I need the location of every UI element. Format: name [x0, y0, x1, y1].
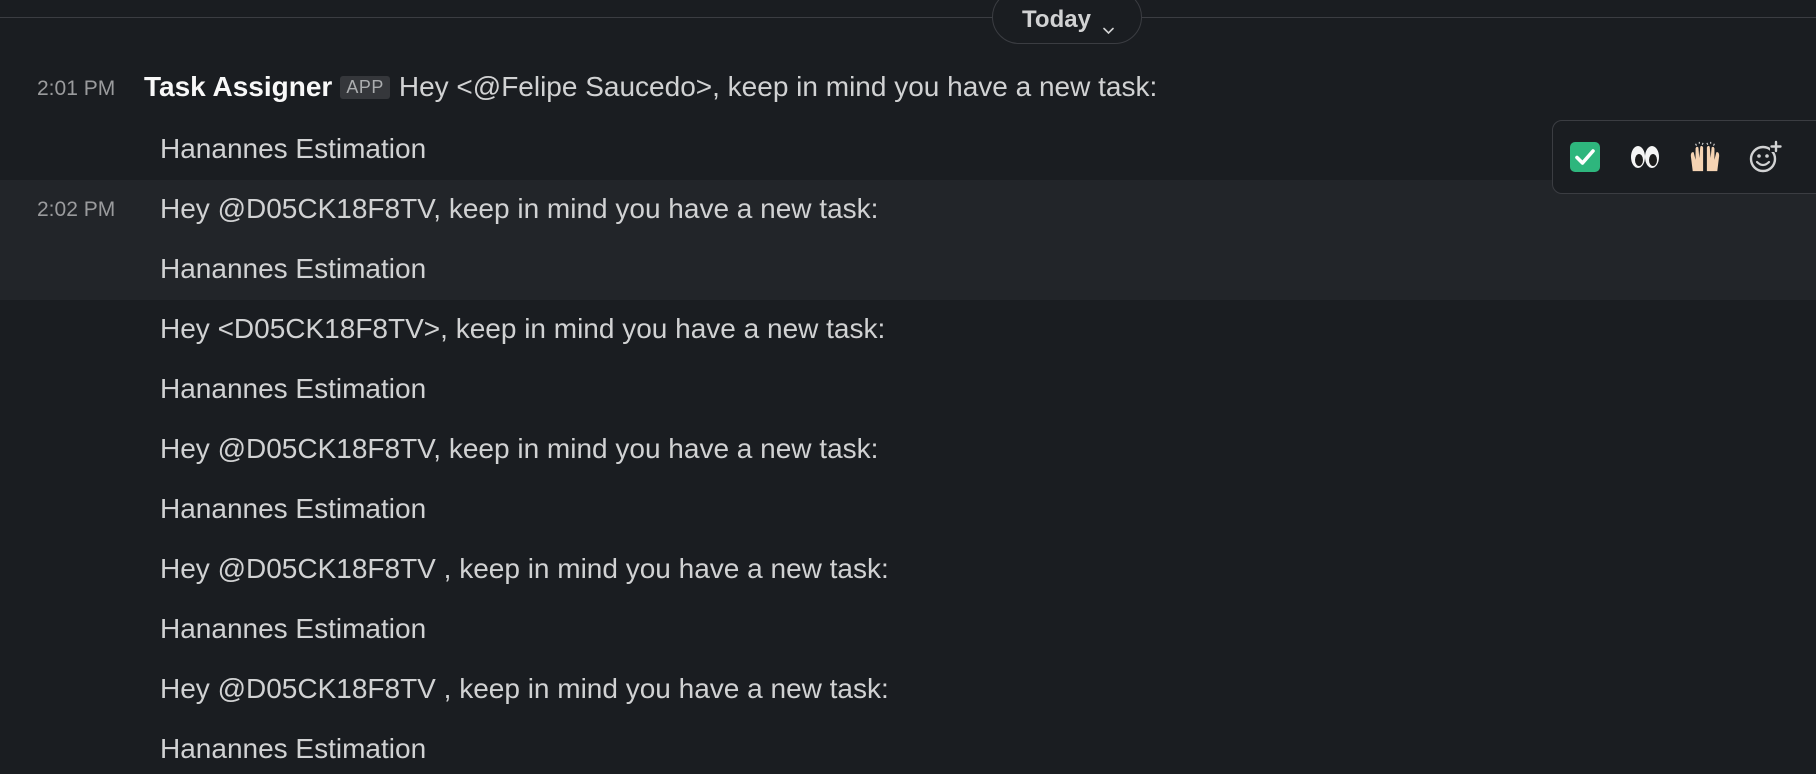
sender-name[interactable]: Task Assigner — [144, 71, 332, 103]
message-row[interactable]: Hanannes Estimation — [0, 120, 1816, 180]
message-row-hovered[interactable]: 2:02 PM Hey @D05CK18F8TV, keep in mind y… — [0, 180, 1816, 240]
app-badge: APP — [340, 76, 390, 99]
message-pane: Today 2:01 PM Task Assigner APP Hey <@Fe… — [0, 0, 1816, 774]
white-check-mark-icon[interactable] — [1568, 140, 1602, 174]
message-text: Hey <D05CK18F8TV>, keep in mind you have… — [160, 313, 886, 344]
message-row[interactable]: 2:01 PM Task Assigner APP Hey <@Felipe S… — [0, 60, 1816, 120]
message-text: Hanannes Estimation — [160, 733, 427, 764]
chevron-down-icon — [1103, 14, 1114, 34]
date-divider-label: Today — [1022, 6, 1091, 33]
message-row[interactable]: Hanannes Estimation — [0, 360, 1816, 420]
message-timestamp[interactable]: 2:02 PM — [37, 198, 115, 222]
raised-hands-icon[interactable] — [1688, 140, 1722, 174]
eyes-icon[interactable] — [1628, 140, 1662, 174]
message-row[interactable]: Hey <D05CK18F8TV>, keep in mind you have… — [0, 300, 1816, 360]
message-row[interactable]: Hanannes Estimation — [0, 720, 1816, 774]
message-text: Hanannes Estimation — [160, 133, 427, 164]
message-row[interactable]: Hey @D05CK18F8TV , keep in mind you have… — [0, 540, 1816, 600]
add-reaction-icon[interactable] — [1748, 140, 1782, 174]
message-header: Task Assigner APP Hey <@Felipe Saucedo>,… — [144, 71, 1157, 103]
message-text: Hey <@Felipe Saucedo>, keep in mind you … — [398, 71, 1158, 102]
message-row-hovered[interactable]: Hanannes Estimation — [0, 240, 1816, 300]
message-row[interactable]: Hey @D05CK18F8TV , keep in mind you have… — [0, 660, 1816, 720]
date-divider-line — [0, 17, 1816, 18]
message-actions-toolbar — [1552, 120, 1816, 194]
date-divider-button[interactable]: Today — [992, 0, 1142, 44]
message-text: Hanannes Estimation — [160, 253, 427, 284]
message-text: Hanannes Estimation — [160, 373, 427, 404]
message-text: Hey @D05CK18F8TV , keep in mind you have… — [160, 553, 889, 584]
message-text: Hey @D05CK18F8TV, keep in mind you have … — [160, 433, 879, 464]
message-timestamp[interactable]: 2:01 PM — [37, 77, 115, 101]
message-text: Hanannes Estimation — [160, 613, 427, 644]
message-row[interactable]: Hey @D05CK18F8TV, keep in mind you have … — [0, 420, 1816, 480]
message-row[interactable]: Hanannes Estimation — [0, 480, 1816, 540]
message-row[interactable]: Hanannes Estimation — [0, 600, 1816, 660]
message-text: Hey @D05CK18F8TV , keep in mind you have… — [160, 673, 889, 704]
message-text: Hey @D05CK18F8TV, keep in mind you have … — [160, 193, 879, 224]
message-text: Hanannes Estimation — [160, 493, 427, 524]
